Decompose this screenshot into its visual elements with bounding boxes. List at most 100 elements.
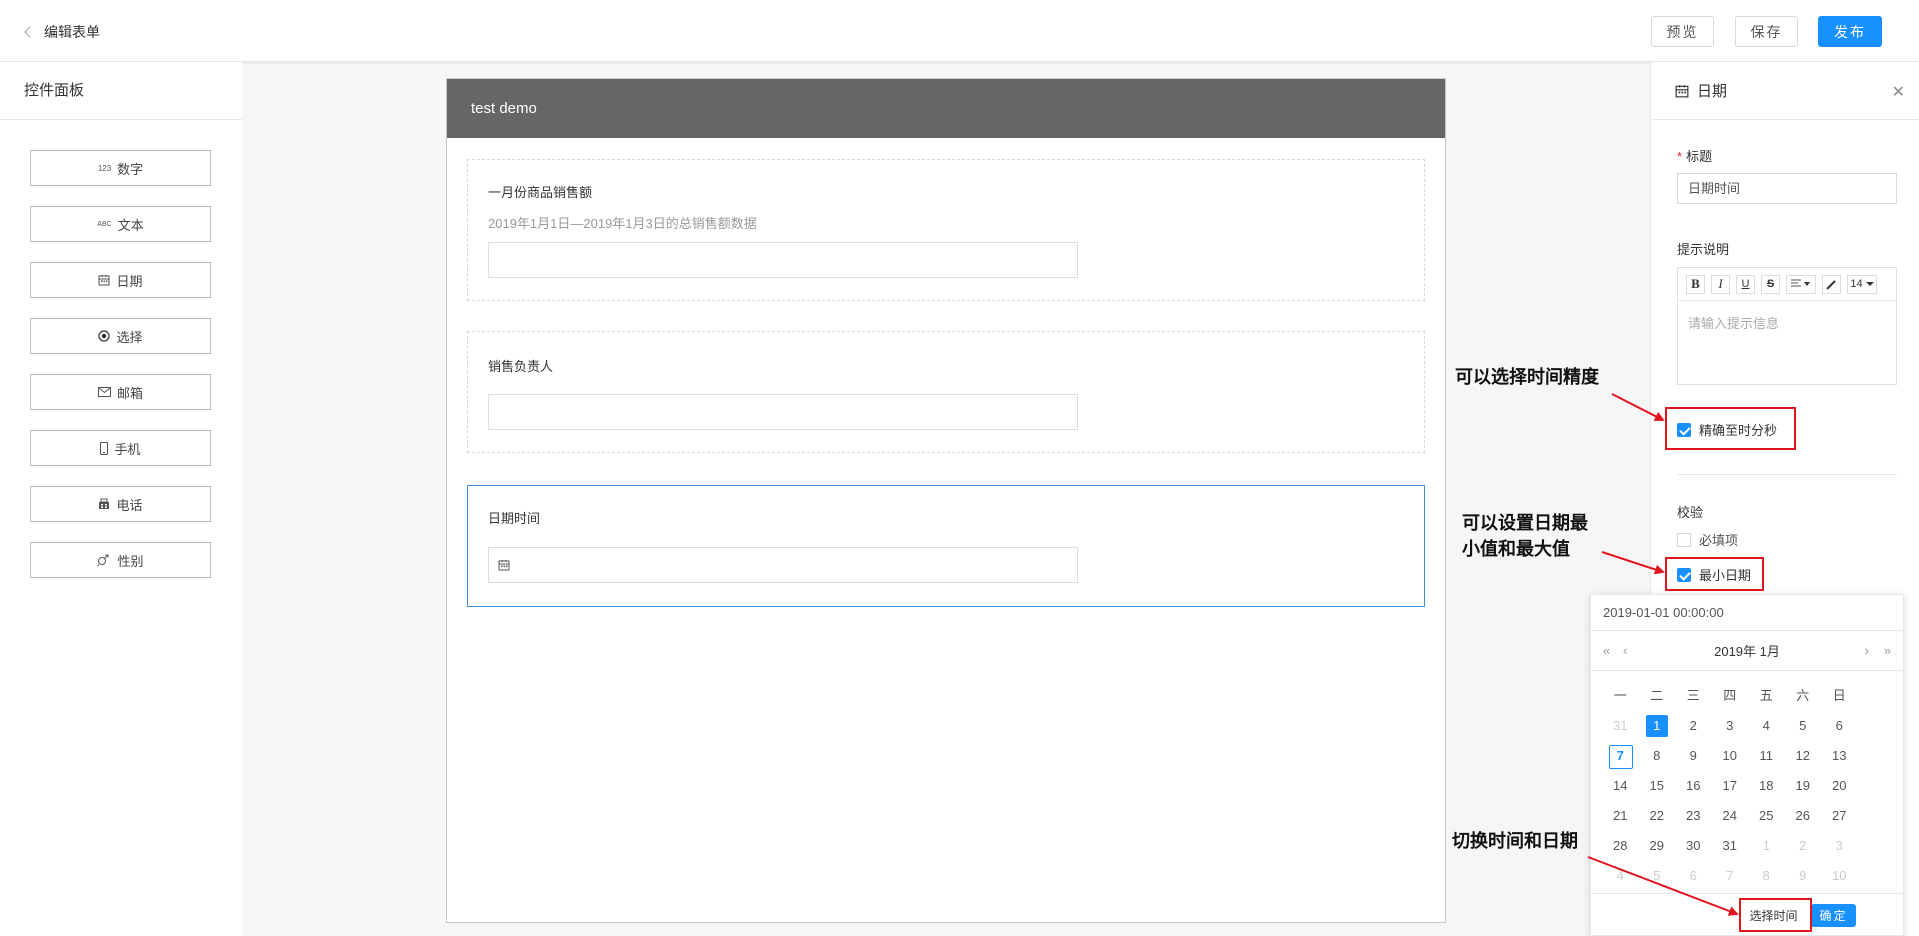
- calendar-day[interactable]: 10: [1712, 741, 1749, 771]
- calendar-day[interactable]: 5: [1785, 711, 1822, 741]
- control-label: 选择: [116, 329, 143, 345]
- control-label: 电话: [116, 497, 143, 513]
- calendar-day-today[interactable]: 7: [1602, 741, 1639, 771]
- calendar-day[interactable]: 31: [1712, 831, 1749, 861]
- font-size-value: 14: [1850, 278, 1863, 290]
- pen-icon[interactable]: [1822, 274, 1841, 294]
- calendar-day[interactable]: 30: [1675, 831, 1712, 861]
- calendar-day[interactable]: 4: [1748, 711, 1785, 741]
- strikethrough-button[interactable]: S: [1761, 274, 1780, 294]
- annotation-switch: 切换时间和日期: [1452, 831, 1578, 851]
- control-email[interactable]: 邮箱: [30, 374, 211, 410]
- control-text[interactable]: ABC 文本: [30, 206, 211, 242]
- title-input[interactable]: 日期时间: [1677, 173, 1897, 204]
- page-title: 编辑表单: [44, 24, 100, 40]
- calendar-day[interactable]: 13: [1821, 741, 1858, 771]
- calendar-day[interactable]: 6: [1675, 861, 1712, 891]
- calendar-day[interactable]: 3: [1712, 711, 1749, 741]
- ok-button[interactable]: 确定: [1811, 904, 1856, 927]
- field-input[interactable]: [488, 394, 1078, 430]
- calendar-day[interactable]: 27: [1821, 801, 1858, 831]
- form-field-owner[interactable]: 销售负责人: [467, 331, 1425, 453]
- month-label[interactable]: 2019年 1月: [1714, 641, 1780, 660]
- calendar-day[interactable]: 2: [1675, 711, 1712, 741]
- next-month-icon[interactable]: ›: [1865, 643, 1869, 658]
- field-label: 销售负责人: [488, 359, 554, 374]
- calendar-day[interactable]: 20: [1821, 771, 1858, 801]
- calendar-day-selected[interactable]: 1: [1639, 711, 1676, 741]
- font-size-dropdown[interactable]: 14: [1847, 274, 1877, 294]
- calendar-day[interactable]: 25: [1748, 801, 1785, 831]
- mobile-icon: [100, 441, 109, 455]
- close-icon[interactable]: ✕: [1892, 82, 1905, 102]
- calendar-day[interactable]: 4: [1602, 861, 1639, 891]
- calendar-day[interactable]: 8: [1748, 861, 1785, 891]
- phone-icon: [98, 498, 110, 510]
- calendar-day[interactable]: 28: [1602, 831, 1639, 861]
- prev-month-icon[interactable]: ‹: [1623, 643, 1627, 658]
- control-mobile[interactable]: 手机: [30, 430, 211, 466]
- calendar-day[interactable]: 9: [1785, 861, 1822, 891]
- calendar-day[interactable]: 18: [1748, 771, 1785, 801]
- calendar-day[interactable]: 11: [1748, 741, 1785, 771]
- calendar-day[interactable]: 1: [1748, 831, 1785, 861]
- form-title: test demo: [447, 79, 1445, 138]
- calendar-day[interactable]: 29: [1639, 831, 1676, 861]
- validation-label: 校验: [1677, 505, 1704, 520]
- next-year-icon[interactable]: »: [1884, 643, 1891, 658]
- prev-year-icon[interactable]: «: [1603, 643, 1610, 658]
- calendar-day[interactable]: 31: [1602, 711, 1639, 741]
- align-dropdown[interactable]: [1786, 274, 1816, 294]
- calendar-day[interactable]: 26: [1785, 801, 1822, 831]
- calendar-day[interactable]: 22: [1639, 801, 1676, 831]
- required-checkbox-row[interactable]: 必填项: [1677, 530, 1738, 549]
- calendar-day[interactable]: 23: [1675, 801, 1712, 831]
- control-label: 邮箱: [116, 385, 143, 401]
- calendar-day[interactable]: 16: [1675, 771, 1712, 801]
- date-input[interactable]: [488, 547, 1078, 583]
- property-panel-title: 日期: [1697, 83, 1728, 100]
- back-link[interactable]: 编辑表单: [24, 22, 100, 42]
- weekday: 五: [1759, 688, 1773, 703]
- calendar-day[interactable]: 14: [1602, 771, 1639, 801]
- control-phone[interactable]: 电话: [30, 486, 211, 522]
- calendar-day[interactable]: 8: [1639, 741, 1676, 771]
- form-field-sales[interactable]: 一月份商品销售额 2019年1月1日—2019年1月3日的总销售额数据: [467, 159, 1425, 301]
- text-icon: ABC: [97, 220, 112, 228]
- chevron-left-icon: [24, 26, 36, 38]
- calendar-day[interactable]: 12: [1785, 741, 1822, 771]
- calendar-day[interactable]: 10: [1821, 861, 1858, 891]
- date-picker-input[interactable]: 2019-01-01 00:00:00: [1591, 595, 1903, 631]
- control-gender[interactable]: 性别: [30, 542, 211, 578]
- calendar-day[interactable]: 24: [1712, 801, 1749, 831]
- weekday: 一: [1613, 688, 1627, 703]
- calendar-day[interactable]: 7: [1712, 861, 1749, 891]
- publish-button[interactable]: 发布: [1818, 16, 1882, 47]
- control-date[interactable]: 日期: [30, 262, 211, 298]
- calendar-day[interactable]: 21: [1602, 801, 1639, 831]
- calendar-icon: [98, 274, 110, 286]
- calendar-day[interactable]: 9: [1675, 741, 1712, 771]
- editor-placeholder[interactable]: 请输入提示信息: [1678, 301, 1896, 344]
- underline-button[interactable]: U: [1736, 274, 1755, 294]
- field-input[interactable]: [488, 242, 1078, 278]
- control-number[interactable]: 123 数字: [30, 150, 211, 186]
- annotation-precision: 可以选择时间精度: [1455, 367, 1599, 387]
- preview-button[interactable]: 预览: [1651, 16, 1714, 47]
- calendar-day[interactable]: 19: [1785, 771, 1822, 801]
- calendar-day[interactable]: 17: [1712, 771, 1749, 801]
- calendar-day[interactable]: 2: [1785, 831, 1822, 861]
- calendar-day[interactable]: 6: [1821, 711, 1858, 741]
- required-label: 必填项: [1699, 533, 1739, 548]
- rich-text-editor: B I U S 14 请输入提示信息: [1677, 267, 1897, 385]
- calendar-day[interactable]: 5: [1639, 861, 1676, 891]
- save-button[interactable]: 保存: [1735, 16, 1798, 47]
- property-panel-header: 日期 ✕: [1651, 62, 1919, 120]
- required-checkbox[interactable]: [1677, 532, 1691, 547]
- calendar-day[interactable]: 15: [1639, 771, 1676, 801]
- bold-button[interactable]: B: [1686, 274, 1705, 294]
- control-select[interactable]: 选择: [30, 318, 211, 354]
- form-field-datetime[interactable]: 日期时间: [467, 485, 1425, 607]
- calendar-day[interactable]: 3: [1821, 831, 1858, 861]
- italic-button[interactable]: I: [1711, 274, 1730, 294]
